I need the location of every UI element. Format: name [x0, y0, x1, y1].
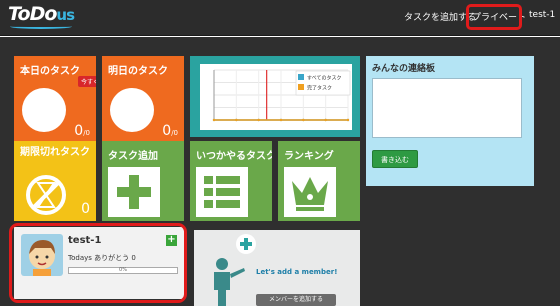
tile-today-tasks[interactable]: 本日のタスク 今すぐ×0 0/0	[14, 56, 96, 143]
tile-tomorrow-tasks[interactable]: 明日のタスク 0/0	[102, 56, 184, 143]
task-count: 0/0	[162, 123, 178, 139]
data-point	[257, 118, 260, 122]
top-bar: ToDous タスクを追加する プライベート test-1	[0, 0, 560, 36]
add-member-card[interactable]: Let's add a member! メンバーを追加する	[194, 230, 360, 306]
progress-circle-icon	[22, 88, 66, 132]
crown-icon	[284, 167, 336, 217]
tile-overdue-tasks[interactable]: 期限切れタスク 0	[14, 141, 96, 221]
legend-swatch	[298, 74, 304, 80]
data-point	[346, 118, 350, 122]
legend-swatch	[298, 84, 304, 90]
data-point	[279, 118, 283, 122]
logo-swoosh	[10, 24, 72, 29]
board-title: みんなの連絡板	[372, 64, 436, 74]
add-member-text: Let's add a member!	[256, 268, 338, 276]
message-board: みんなの連絡板 書き込む	[366, 56, 534, 186]
tile-someday-tasks[interactable]: いつかやるタスク	[190, 141, 272, 221]
task-chart: すべてのタスク完了タスク	[212, 69, 351, 122]
tile-ranking[interactable]: ランキング	[278, 141, 360, 221]
tile-title: 本日のタスク	[20, 66, 80, 77]
legend-label: 完了タスク	[307, 85, 332, 92]
data-point	[235, 118, 238, 122]
tile-title: いつかやるタスク	[196, 151, 272, 162]
app-logo[interactable]: ToDous	[8, 3, 75, 25]
private-highlight-outline	[466, 4, 522, 30]
no-hourglass-icon	[26, 175, 66, 215]
tile-task-chart: すべてのタスク 完了タスク	[190, 56, 360, 137]
list-icon	[196, 167, 248, 217]
plus-icon	[108, 167, 160, 217]
progress-circle-icon	[110, 88, 154, 132]
task-count: 0/0	[74, 123, 90, 139]
chart-area: すべてのタスク 完了タスク	[200, 64, 352, 130]
tile-title: タスク追加	[108, 151, 158, 162]
data-point	[212, 118, 216, 122]
tile-title: 明日のタスク	[108, 66, 168, 77]
data-point	[324, 118, 327, 122]
add-member-button[interactable]: メンバーを追加する	[256, 294, 336, 306]
profile-highlight-outline	[9, 223, 187, 303]
tile-title: ランキング	[284, 151, 334, 162]
legend-label: すべてのタスク	[307, 75, 341, 82]
tile-add-task[interactable]: タスク追加	[102, 141, 184, 221]
board-submit-button[interactable]: 書き込む	[372, 150, 418, 168]
now-badge: 今すぐ×0	[78, 76, 96, 87]
task-count: 0	[81, 201, 90, 217]
data-point	[302, 118, 305, 122]
person-plus-icon	[214, 234, 256, 306]
board-textarea[interactable]	[372, 78, 522, 138]
nav-user-link[interactable]: test-1	[529, 10, 555, 20]
tile-title: 期限切れタスク	[20, 147, 90, 158]
